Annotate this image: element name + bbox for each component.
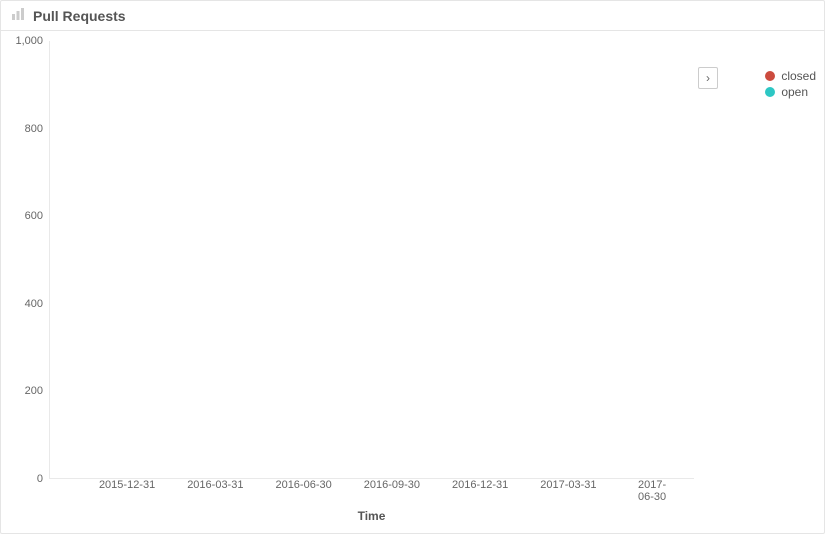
legend-swatch-closed bbox=[765, 71, 775, 81]
panel-body: # Pull Requests 02004006008001,000 Time … bbox=[1, 31, 824, 529]
y-tick: 200 bbox=[25, 385, 43, 397]
y-tick: 600 bbox=[25, 210, 43, 222]
bar-chart-icon bbox=[11, 7, 25, 24]
legend-item-open[interactable]: open bbox=[765, 85, 816, 99]
y-tick: 1,000 bbox=[15, 35, 43, 47]
x-tick: 2017-03-31 bbox=[540, 479, 596, 491]
x-tick: 2016-06-30 bbox=[275, 479, 331, 491]
legend: closed open bbox=[765, 67, 816, 101]
chart-plot-area bbox=[49, 41, 694, 479]
y-tick: 800 bbox=[25, 123, 43, 135]
bars-container bbox=[50, 41, 694, 479]
legend-collapse-button[interactable]: › bbox=[698, 67, 718, 89]
pull-requests-panel: Pull Requests # Pull Requests 0200400600… bbox=[0, 0, 825, 534]
chevron-right-icon: › bbox=[706, 71, 710, 85]
legend-item-closed[interactable]: closed bbox=[765, 69, 816, 83]
x-axis-label: Time bbox=[358, 509, 386, 523]
x-tick: 2017-06-30 bbox=[638, 479, 675, 503]
y-axis: # Pull Requests 02004006008001,000 bbox=[1, 41, 49, 479]
y-tick: 400 bbox=[25, 298, 43, 310]
x-tick: 2016-03-31 bbox=[187, 479, 243, 491]
x-tick: 2016-12-31 bbox=[452, 479, 508, 491]
panel-header: Pull Requests bbox=[1, 1, 824, 31]
x-tick: 2015-12-31 bbox=[99, 479, 155, 491]
panel-title: Pull Requests bbox=[33, 8, 126, 24]
x-tick: 2016-09-30 bbox=[364, 479, 420, 491]
plot bbox=[49, 41, 694, 479]
x-axis: Time 2015-12-312016-03-312016-06-302016-… bbox=[49, 479, 694, 509]
legend-label-closed: closed bbox=[781, 69, 816, 83]
y-tick: 0 bbox=[37, 473, 43, 485]
legend-label-open: open bbox=[781, 85, 808, 99]
legend-swatch-open bbox=[765, 87, 775, 97]
